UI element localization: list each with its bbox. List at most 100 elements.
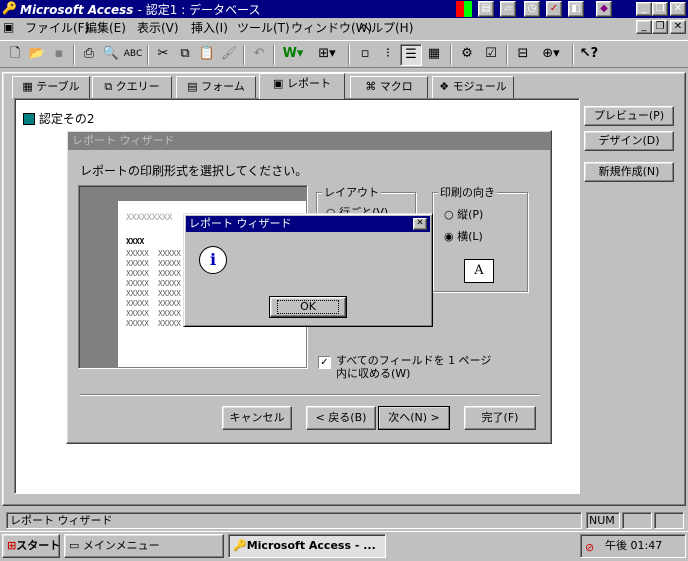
preview-cell: XXXXX	[158, 319, 181, 328]
portrait-radio[interactable]: ○ 縦(P)	[444, 206, 483, 222]
message-box-title[interactable]: レポート ウィザード	[186, 216, 430, 232]
clock-icon[interactable]: ◷	[524, 1, 540, 17]
clock[interactable]: 午後 01:47	[605, 539, 662, 552]
preview-header: XXXXXXXXX	[126, 213, 173, 223]
folder-icon[interactable]: ▱	[500, 1, 516, 17]
small-icons-icon[interactable]: ⁝	[377, 44, 399, 66]
message-close-button[interactable]: ✕	[413, 218, 427, 230]
properties-icon[interactable]: ☑	[480, 44, 502, 66]
landscape-radio[interactable]: ◉ 横(L)	[444, 228, 483, 244]
layout-group-label: レイアウト	[322, 184, 381, 200]
print-preview-icon[interactable]: 🔍	[100, 44, 122, 66]
copy-icon[interactable]: ⧉	[174, 44, 196, 66]
notepad-icon[interactable]: ▤	[478, 1, 494, 17]
form-icon: ▭	[69, 539, 80, 552]
doc-minimize-button[interactable]: _	[636, 20, 652, 34]
taskbar: ⊞スタート ▭ メインメニュー 🔑Microsoft Access - ... …	[0, 531, 688, 561]
preview-cell: XXXXX	[158, 309, 181, 318]
window-title: Microsoft Access - 認定1 : データベース	[20, 3, 261, 17]
paste-icon[interactable]: 📋	[196, 44, 218, 66]
tab-queries[interactable]: ⧉ クエリー	[92, 76, 172, 98]
office-links-icon[interactable]: W▾	[278, 44, 308, 66]
undo-icon[interactable]: ↶	[248, 44, 270, 66]
cancel-button[interactable]: キャンセル	[222, 406, 292, 430]
doc-close-button[interactable]: ✕	[670, 20, 686, 34]
format-painter-icon[interactable]: 🖌	[218, 44, 240, 66]
start-button[interactable]: ⊞スタート	[2, 534, 60, 558]
wizard-title[interactable]: レポート ウィザード	[68, 132, 550, 150]
office-shortcut-icon[interactable]	[456, 1, 472, 17]
help-icon[interactable]: ↖?	[578, 44, 600, 66]
title-bar[interactable]: 🔑 Microsoft Access - 認定1 : データベース ▤ ▱ ◷ …	[0, 0, 688, 18]
paint-icon[interactable]: ◧	[568, 1, 584, 17]
wizard-instruction: レポートの印刷形式を選択してください。	[80, 164, 308, 178]
preview-cell: XXXXX	[126, 249, 149, 258]
tab-tables[interactable]: ▦ テーブル	[12, 76, 90, 98]
open-icon[interactable]: 📂	[26, 44, 48, 66]
relationships-icon[interactable]: ⊟	[512, 44, 534, 66]
information-icon: i	[199, 246, 227, 274]
design-button[interactable]: デザイン(D)	[584, 131, 674, 151]
menu-insert[interactable]: 挿入(I)	[188, 20, 231, 36]
close-button[interactable]: ✕	[670, 2, 686, 16]
db-system-menu-icon[interactable]: ▣	[3, 20, 19, 36]
preview-cell: XXXXX	[158, 289, 181, 298]
print-icon[interactable]: ⎙	[78, 44, 100, 66]
details-icon[interactable]: ▦	[423, 44, 445, 66]
macro-icon: ⌘	[365, 80, 377, 93]
restore-button[interactable]: ❐	[652, 2, 668, 16]
new-button[interactable]: 新規作成(N)	[584, 162, 674, 182]
save-icon[interactable]: ▪	[48, 44, 70, 66]
orientation-group-label: 印刷の向き	[438, 184, 497, 200]
menu-view[interactable]: 表示(V)	[134, 20, 182, 36]
tab-reports[interactable]: ▣ レポート	[259, 73, 345, 99]
new-icon[interactable]: 🗋	[4, 44, 26, 66]
book-icon[interactable]: ◆	[596, 1, 612, 17]
check-icon[interactable]: ✓	[546, 1, 562, 17]
task-main-menu[interactable]: ▭ メインメニュー	[64, 534, 224, 558]
fit-checkbox[interactable]: ✓	[318, 356, 331, 369]
status-bar: レポート ウィザード NUM	[0, 510, 688, 530]
code-icon[interactable]: ⚙	[456, 44, 478, 66]
status-text: レポート ウィザード	[6, 512, 582, 529]
menu-edit[interactable]: 編集(E)	[82, 20, 129, 36]
list-icon[interactable]: ☰	[400, 44, 422, 66]
minimize-button[interactable]: _	[636, 2, 652, 16]
form-icon: ▤	[187, 80, 198, 93]
preview-cell: XXXXX	[158, 249, 181, 258]
preview-cell: XXXXX	[126, 259, 149, 268]
tab-modules[interactable]: ❖ モジュール	[432, 76, 514, 98]
office-shortcut-bar: ▤ ▱ ◷ ✓ ◧ ◆	[456, 1, 626, 17]
menu-tools[interactable]: ツール(T)	[234, 20, 293, 36]
ime-icon[interactable]: ⊘	[585, 537, 594, 559]
menu-help[interactable]: ヘルプ(H)	[356, 20, 416, 36]
access-key-icon: 🔑	[233, 539, 247, 552]
new-object-icon[interactable]: ⊕▾	[536, 44, 566, 66]
num-lock-indicator: NUM	[586, 512, 620, 529]
toolbar: 🗋 📂 ▪ ⎙ 🔍 ABC ✂ ⧉ 📋 🖌 ↶ W▾ ⊞▾ ▫ ⁝ ☰ ▦ ⚙ …	[0, 40, 688, 68]
fit-checkbox-label[interactable]: すべてのフィールドを 1 ページ内に収める(W)	[336, 354, 496, 380]
analyze-icon[interactable]: ⊞▾	[312, 44, 342, 66]
tab-forms[interactable]: ▤ フォーム	[176, 76, 256, 98]
doc-restore-button[interactable]: ❐	[652, 20, 668, 34]
access-key-icon[interactable]: 🔑	[2, 1, 17, 16]
preview-cell: XXXXX	[158, 259, 181, 268]
tab-macros[interactable]: ⌘ マクロ	[350, 76, 428, 98]
cut-icon[interactable]: ✂	[152, 44, 174, 66]
table-icon: ▦	[22, 80, 33, 93]
wizard-separator	[80, 394, 540, 396]
list-item[interactable]: 認定その2	[23, 110, 94, 127]
ok-button[interactable]: OK	[269, 296, 347, 318]
windows-logo-icon: ⊞	[7, 539, 17, 552]
system-tray: ⊘ 午後 01:47	[580, 534, 686, 558]
back-button[interactable]: < 戻る(B)	[306, 406, 376, 430]
next-button[interactable]: 次へ(N) >	[378, 406, 450, 430]
task-access[interactable]: 🔑Microsoft Access - ...	[228, 534, 386, 558]
finish-button[interactable]: 完了(F)	[464, 406, 536, 430]
preview-cell: XXXXX	[158, 299, 181, 308]
preview-button[interactable]: プレビュー(P)	[584, 106, 674, 126]
report-icon	[23, 113, 35, 125]
preview-cell: XXXXX	[126, 299, 149, 308]
spell-check-icon[interactable]: ABC	[122, 44, 144, 66]
large-icons-icon[interactable]: ▫	[354, 44, 376, 66]
